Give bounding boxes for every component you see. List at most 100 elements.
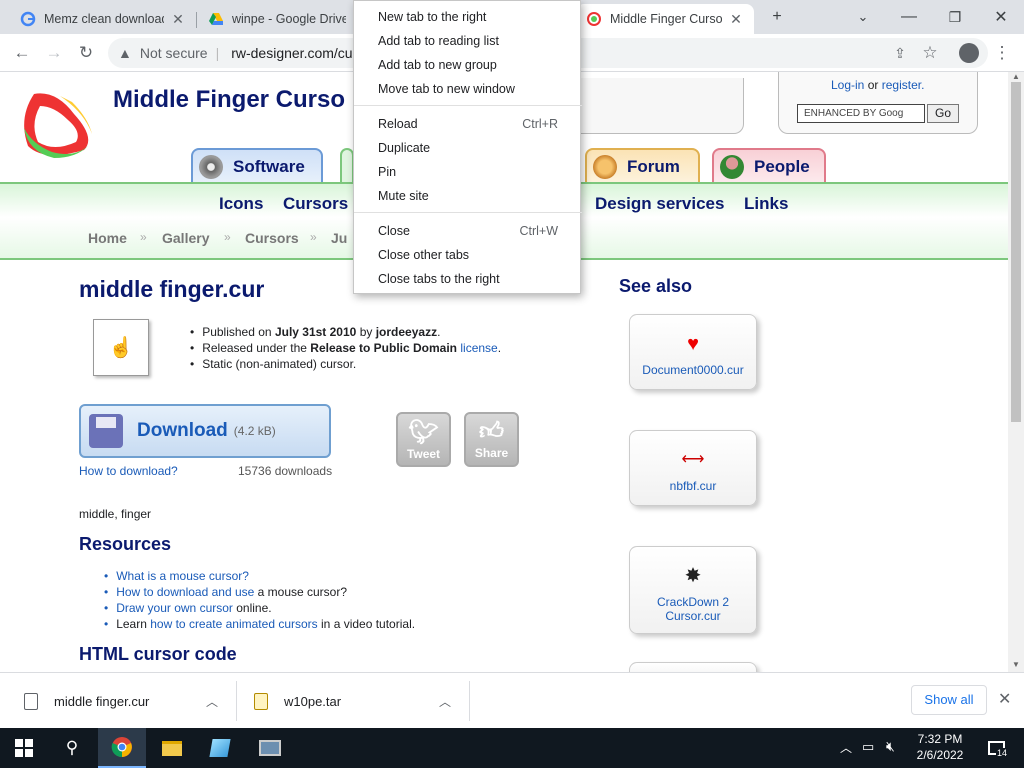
breadcrumb-separator: » [310,230,317,244]
chrome-taskbar-button[interactable] [98,728,146,768]
back-arrow-icon: ← [13,43,31,62]
chrome-icon [111,737,132,758]
menu-item-new-tab-right[interactable]: New tab to the right [354,5,582,29]
menu-design-services[interactable]: Design services [595,194,724,214]
share-button[interactable]: 👍︎ Share [464,412,519,467]
restore-button[interactable]: ❐ [940,4,970,30]
tab-middle-finger-cursor[interactable]: Middle Finger Cursor ✕ [576,4,754,34]
search-button[interactable]: ⚲ [48,728,96,768]
window-close-button[interactable]: ✕ [986,4,1016,30]
file-explorer-button[interactable] [148,728,196,768]
thumbs-up-icon: 👍︎ [478,418,505,445]
share-page-button[interactable]: ⇪ [886,39,914,67]
breadcrumb-home[interactable]: Home [88,230,127,246]
close-icon[interactable]: ✕ [170,11,186,28]
resource-text: in a video tutorial. [321,617,416,631]
download-item[interactable]: middle finger.cur [24,673,149,729]
start-button[interactable] [0,728,48,768]
resource-link[interactable]: Draw your own cursor [116,601,233,615]
minimize-button[interactable]: — [894,4,924,30]
resource-item: Learn how to create animated cursors in … [116,616,416,632]
resource-link[interactable]: how to create animated cursors [150,617,317,631]
login-link[interactable]: Log-in [831,78,864,92]
resource-item: Draw your own cursor online. [116,600,415,616]
menu-item-pin[interactable]: Pin [354,160,582,184]
chevron-up-icon[interactable]: ︿ [206,693,218,710]
tab-winpe[interactable]: winpe - Google Drive [198,4,356,34]
nav-tab-software[interactable]: Software [191,148,323,184]
menu-cursors[interactable]: Cursors [283,194,348,214]
nav-tab-label: Software [233,157,305,176]
search-input[interactable]: ENHANCED BY Goog [797,104,925,123]
info-license: Released under the Release to Public Dom… [202,340,501,356]
menu-icons[interactable]: Icons [219,194,263,214]
see-also-heading: See also [619,276,693,296]
menu-item-close-tabs-right[interactable]: Close tabs to the right [354,267,582,291]
info-static: Static (non-animated) cursor. [202,356,501,372]
forward-button[interactable]: → [40,39,68,67]
download-button[interactable]: Download (4.2 kB) [79,404,331,458]
menu-links[interactable]: Links [744,194,788,214]
download-item[interactable]: w10pe.tar [254,673,341,729]
license-link[interactable]: license [460,341,497,355]
profile-button[interactable] [955,39,983,67]
notification-button[interactable]: 14 [976,728,1016,768]
scroll-down-arrow-icon[interactable]: ▼ [1008,660,1024,670]
menu-item-add-reading-list[interactable]: Add tab to reading list [354,29,582,53]
page-scrollbar[interactable]: ▲ ▼ [1008,72,1024,672]
network-icon[interactable]: ▭ [862,739,874,755]
back-button[interactable]: ← [8,39,36,67]
scrollbar-thumb[interactable] [1011,82,1021,422]
app-taskbar-button[interactable] [246,728,294,768]
resource-text: Learn [116,617,147,631]
scroll-up-arrow-icon[interactable]: ▲ [1008,72,1024,82]
menu-item-duplicate[interactable]: Duplicate [354,136,582,160]
nav-tab-label: People [754,157,810,176]
chevron-up-icon[interactable]: ︿ [840,739,852,756]
menu-item-reload[interactable]: Reload Ctrl+R [354,112,582,136]
close-icon[interactable]: ✕ [728,11,744,28]
search-go-button[interactable]: Go [927,104,959,123]
how-to-download-link[interactable]: How to download? [79,464,178,478]
reload-button[interactable]: ↻ [72,39,100,67]
close-icon: ✕ [994,9,1008,26]
breadcrumb-current[interactable]: Ju [331,230,347,246]
download-size: (4.2 kB) [233,424,276,438]
nav-tab-people[interactable]: People [712,148,826,184]
see-also-card[interactable] [629,662,757,672]
nav-tab-gallery[interactable] [340,148,354,184]
menu-item-add-new-group[interactable]: Add tab to new group [354,53,582,77]
menu-item-close-other-tabs[interactable]: Close other tabs [354,243,582,267]
volume-muted-icon[interactable]: 🔇︎ [886,738,895,755]
chevron-up-icon[interactable]: ︿ [439,693,451,710]
new-tab-button[interactable]: + [762,4,792,30]
menu-item-move-new-window[interactable]: Move tab to new window [354,77,582,101]
close-icon[interactable]: ✕ [998,689,1011,709]
app-taskbar-button[interactable] [196,728,244,768]
resource-link[interactable]: What is a mouse cursor? [116,569,249,583]
resource-link[interactable]: How to download and use [116,585,254,599]
register-link[interactable]: register. [882,78,925,92]
see-also-card[interactable]: ⟷ nbfbf.cur [629,430,757,506]
bookmark-button[interactable]: ☆ [916,39,944,67]
menu-item-close[interactable]: Close Ctrl+W [354,219,582,243]
menu-button[interactable]: ⋮ [988,39,1016,67]
system-clock[interactable]: 7:32 PM 2/6/2022 [912,731,968,763]
see-also-card[interactable]: ♥ Document0000.cur [629,314,757,390]
menu-item-mute-site[interactable]: Mute site [354,184,582,208]
show-all-downloads-button[interactable]: Show all [911,685,987,715]
windows-taskbar: ⚲ ︿ ▭ 🔇︎ 7:32 PM 2/6/2022 14 [0,728,1024,768]
breadcrumb-cursors[interactable]: Cursors [245,230,299,246]
tab-search-button[interactable]: ⌄ [848,4,878,30]
site-logo[interactable] [14,88,98,166]
card-label: Document0000.cur [642,363,744,377]
info-author[interactable]: jordeeyazz [376,325,437,339]
nav-tab-forum[interactable]: Forum [585,148,700,184]
see-also-card[interactable]: ✸ CrackDown 2 Cursor.cur [629,546,757,634]
breadcrumb-gallery[interactable]: Gallery [162,230,209,246]
clock-date: 2/6/2022 [916,748,964,762]
menu-item-label: New tab to the right [378,10,487,24]
menu-item-label: Close [378,224,410,238]
tweet-button[interactable]: 🐦︎ Tweet [396,412,451,467]
tab-memz[interactable]: Memz clean download ✕ [10,4,196,34]
